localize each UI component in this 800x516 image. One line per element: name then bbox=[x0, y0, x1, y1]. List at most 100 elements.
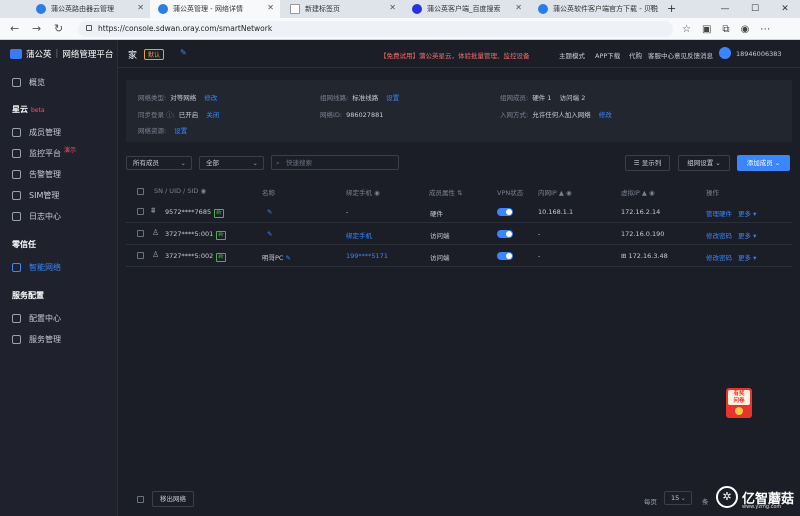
change-password-link[interactable]: 修改密码 bbox=[706, 252, 732, 262]
promo-link[interactable]: 【免费试用】蒲公英星云，体验批量管理、监控设备 bbox=[380, 50, 530, 60]
edit-name-icon[interactable]: ✎ bbox=[267, 230, 272, 238]
support-link[interactable]: 客服中心 bbox=[648, 50, 674, 60]
table-row: ⩩ 9572****7685 新 ✎ - 硬件 10.168.1.1 172.16… bbox=[126, 201, 792, 223]
add-member-button[interactable]: 添加成员 ⌄ bbox=[737, 155, 790, 171]
disable-sync-link[interactable]: 关闭 bbox=[206, 111, 219, 119]
footer-select-all-checkbox[interactable] bbox=[137, 496, 144, 503]
browser-tab-baidu[interactable]: 蒲公英客户端_百度搜索 ✕ bbox=[404, 0, 528, 18]
minimize-icon[interactable]: — bbox=[710, 0, 740, 18]
browser-tab-router-cloud[interactable]: 蒲公英路由器云管理 ✕ bbox=[28, 0, 150, 18]
menu-dots-icon[interactable]: ⋯ bbox=[760, 24, 770, 35]
edit-name-icon[interactable]: ✎ bbox=[286, 254, 291, 262]
row-checkbox[interactable] bbox=[137, 252, 144, 259]
member-lan-ip: 10.168.1.1 bbox=[538, 208, 574, 216]
set-resources-link[interactable]: 设置 bbox=[174, 127, 187, 135]
refresh-icon[interactable]: ↻ bbox=[54, 18, 63, 40]
vpn-toggle[interactable] bbox=[497, 208, 513, 216]
modify-type-link[interactable]: 修改 bbox=[204, 94, 217, 102]
manage-hardware-link[interactable]: 管理硬件 bbox=[706, 208, 732, 218]
vpn-toggle[interactable] bbox=[497, 252, 513, 260]
member-attr: 访问端 bbox=[430, 232, 450, 240]
set-line-link[interactable]: 设置 bbox=[386, 94, 399, 102]
section-service: 服务配置 bbox=[12, 291, 44, 300]
network-settings-button[interactable]: 组网设置 ⌄ bbox=[678, 155, 730, 171]
more-dropdown[interactable]: 更多 ▾ bbox=[738, 252, 756, 262]
sidebar-item-overview[interactable]: 概览 bbox=[0, 72, 118, 92]
window-close-icon[interactable]: ✕ bbox=[770, 0, 800, 18]
sort-icon[interactable]: ⇅ bbox=[457, 189, 462, 197]
messages-link[interactable]: 消息 bbox=[700, 50, 713, 60]
edit-name-icon[interactable]: ✎ bbox=[267, 208, 272, 216]
header-sn: SN / UID / SID ◉ bbox=[154, 187, 207, 195]
user-account[interactable]: 18946006383 bbox=[736, 50, 782, 58]
sidebar-item-log[interactable]: 日志中心 bbox=[0, 206, 118, 226]
chevron-down-icon: ⌄ bbox=[252, 159, 258, 167]
vpn-toggle[interactable] bbox=[497, 230, 513, 238]
more-dropdown[interactable]: 更多 ▾ bbox=[738, 208, 756, 218]
chevron-down-icon: ⌄ bbox=[680, 494, 686, 502]
sidebar-item-smart-network[interactable]: 智能网络 bbox=[0, 257, 118, 277]
purchase-link[interactable]: 代购 bbox=[629, 50, 642, 60]
eye-icon[interactable]: ◉ bbox=[649, 189, 655, 197]
back-icon[interactable]: ← bbox=[10, 18, 19, 40]
header-virtual-ip: 虚拟IP ▲ ◉ bbox=[621, 189, 655, 197]
sidebar-item-config[interactable]: 配置中心 bbox=[0, 308, 118, 328]
page-size-select[interactable]: 15 ⌄ bbox=[664, 491, 692, 505]
browser-tab-new[interactable]: 新建标签页 ✕ bbox=[282, 0, 402, 18]
sidebar-item-monitor[interactable]: 监控平台 演示 bbox=[0, 143, 118, 163]
member-phone: - bbox=[346, 208, 349, 216]
url-field[interactable]: https://console.sdwan.oray.com/smartNetw… bbox=[78, 21, 673, 37]
close-icon[interactable]: ✕ bbox=[389, 3, 396, 12]
app-download-link[interactable]: APP下载 bbox=[595, 50, 620, 60]
remove-from-network-button[interactable]: 移出网络 bbox=[152, 491, 194, 507]
header-ops: 操作 bbox=[706, 189, 719, 197]
feedback-link[interactable]: 意见反馈 bbox=[674, 50, 700, 60]
favorite-icon[interactable]: ☆ bbox=[682, 24, 691, 35]
brand-logo[interactable]: 蒲公英 | 网络管理平台 bbox=[10, 48, 113, 60]
browser-tab-download[interactable]: 蒲公英软件客户端官方下载 - 贝锐 ✕ bbox=[530, 0, 662, 18]
close-icon[interactable]: ✕ bbox=[515, 3, 522, 12]
close-icon[interactable]: ✕ bbox=[267, 3, 274, 12]
row-checkbox[interactable] bbox=[137, 208, 144, 215]
sort-icon[interactable]: ▲ bbox=[559, 189, 564, 197]
collections-icon[interactable]: ⧉ bbox=[722, 24, 729, 35]
bind-phone-link[interactable]: 绑定手机 bbox=[346, 230, 372, 240]
forward-icon[interactable]: → bbox=[32, 18, 41, 40]
type-filter-select[interactable]: 全部 ⌄ bbox=[199, 156, 264, 170]
sidebar-item-service[interactable]: 服务管理 bbox=[0, 329, 118, 349]
sidebar-item-members[interactable]: 成员管理 bbox=[0, 122, 118, 142]
more-dropdown[interactable]: 更多 ▾ bbox=[738, 230, 756, 240]
sidebar-item-alarm[interactable]: 告警管理 bbox=[0, 164, 118, 184]
new-tab-button[interactable]: + bbox=[667, 0, 676, 18]
eye-icon[interactable]: ◉ bbox=[200, 187, 206, 195]
member-sn: 3727****5:001 bbox=[165, 230, 214, 238]
browser-tab-network-detail[interactable]: 蒲公英管理 - 网络详情 ✕ bbox=[150, 0, 280, 18]
network-info-panel: 网络类型: 对等网络 修改 组网线路: 标准线路 设置 组网成员: 硬件 1 访问端 2 … bbox=[126, 80, 792, 142]
modify-join-link[interactable]: 修改 bbox=[599, 111, 612, 119]
avatar[interactable] bbox=[719, 47, 731, 59]
member-filter-select[interactable]: 所有成员 ⌄ bbox=[126, 156, 192, 170]
select-all-checkbox[interactable] bbox=[137, 188, 144, 195]
change-password-link[interactable]: 修改密码 bbox=[706, 230, 732, 240]
edit-title-icon[interactable]: ✎ bbox=[180, 48, 187, 57]
maximize-icon[interactable]: ☐ bbox=[740, 0, 770, 18]
sidebar-item-sim[interactable]: SIM管理 bbox=[0, 185, 118, 205]
member-phone[interactable]: 199****5171 bbox=[346, 252, 388, 260]
eye-icon[interactable]: ◉ bbox=[566, 189, 572, 197]
baidu-icon bbox=[412, 4, 422, 14]
eye-icon[interactable]: ◉ bbox=[374, 189, 380, 197]
show-columns-button[interactable]: ☰ 显示列 bbox=[625, 155, 670, 171]
survey-red-packet[interactable]: 有奖 问卷 bbox=[724, 386, 754, 420]
search-input[interactable]: ⌕ 快速搜索 bbox=[271, 155, 399, 170]
row-checkbox[interactable] bbox=[137, 230, 144, 237]
profile-icon[interactable]: ◉ bbox=[741, 24, 750, 35]
member-attr: 硬件 bbox=[430, 210, 443, 218]
log-icon bbox=[12, 211, 21, 221]
close-icon[interactable]: ✕ bbox=[649, 3, 656, 12]
theme-mode-link[interactable]: 主题模式 bbox=[559, 50, 585, 60]
watermark: ✲ 亿智蘑菇 www.yzmg.com bbox=[716, 486, 794, 510]
sort-icon[interactable]: ▲ bbox=[642, 189, 647, 197]
dandelion-icon bbox=[158, 4, 168, 14]
split-screen-icon[interactable]: ▣ bbox=[702, 24, 711, 35]
close-icon[interactable]: ✕ bbox=[137, 3, 144, 12]
